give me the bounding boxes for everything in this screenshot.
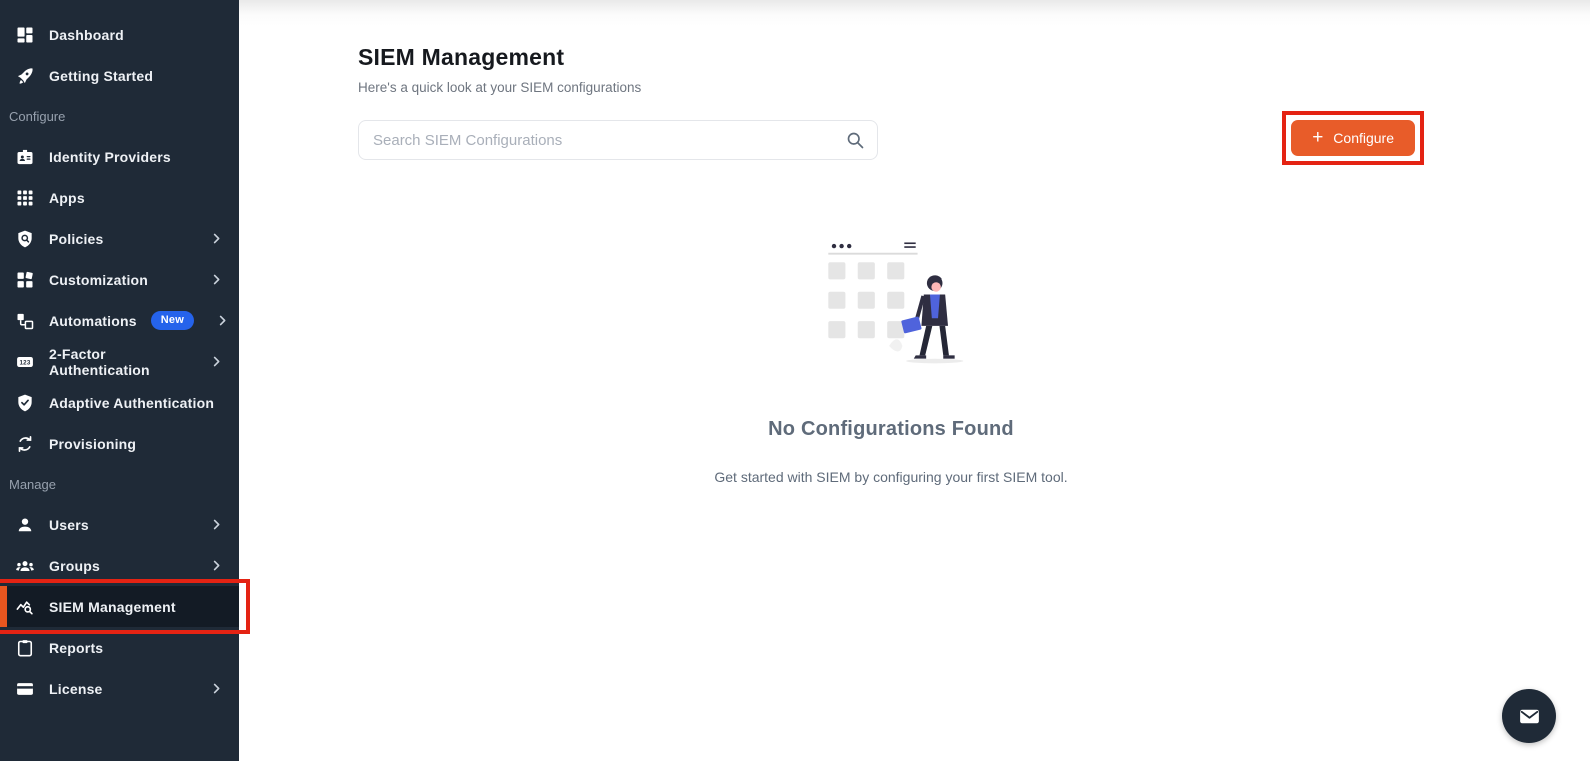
otp-123-icon: 123 [17, 356, 33, 367]
users-group-icon [16, 560, 34, 571]
sidebar-item-label: Automations [49, 312, 137, 329]
page-subtitle: Here's a quick look at your SIEM configu… [358, 80, 642, 95]
empty-state: No Configurations Found Get started with… [358, 231, 1424, 485]
ground-shadow [906, 358, 964, 364]
sidebar-item-label: Getting Started [49, 67, 154, 84]
sidebar-item-provisioning[interactable]: Provisioning [0, 423, 239, 464]
sidebar-item-adaptive-authentication[interactable]: Adaptive Authentication [0, 382, 239, 423]
clipboard-icon [17, 639, 33, 656]
sidebar-item-label: 2-Factor Authentication [49, 345, 150, 378]
empty-config-illustration [828, 242, 964, 364]
sidebar-item-dashboard[interactable]: Dashboard [0, 14, 239, 55]
envelope-icon [1519, 709, 1539, 723]
sidebar-item-users[interactable]: Users [0, 504, 239, 545]
dashboard-icon [17, 27, 33, 42]
chevron-right-icon [213, 560, 220, 571]
sidebar-item-label: Groups [49, 557, 100, 574]
shield-check-icon [18, 394, 32, 411]
configure-annotation-highlight: + Configure [1282, 111, 1424, 165]
sidebar-item-label: Apps [49, 189, 85, 206]
configure-button-label: Configure [1333, 130, 1394, 146]
page-title: SIEM Management [358, 44, 565, 70]
toolbar-row: + Configure [358, 111, 1424, 165]
sidebar-item-label: Reports [49, 639, 104, 656]
customization-icon [17, 271, 33, 287]
search-box [358, 120, 878, 160]
search-input[interactable] [358, 120, 878, 160]
svg-text:123: 123 [20, 359, 31, 366]
id-badge-icon [17, 149, 33, 164]
automations-icon [17, 313, 34, 329]
sidebar-item-2fa[interactable]: 123 2-Factor Authentication [0, 341, 239, 382]
sidebar-item-groups[interactable]: Groups [0, 545, 239, 586]
sidebar-item-label: Provisioning [49, 435, 137, 452]
main-content: SIEM Management Here's a quick look at y… [239, 0, 1590, 761]
sidebar-item-identity-providers[interactable]: Identity Providers [0, 136, 239, 177]
sidebar-section-configure: Configure [9, 108, 66, 124]
sidebar-item-label: Users [49, 516, 89, 533]
credit-card-icon [17, 682, 33, 695]
search-icon[interactable] [845, 130, 865, 150]
configure-button[interactable]: + Configure [1291, 120, 1415, 156]
sidebar: Dashboard Getting Started Configure Iden… [0, 0, 250, 761]
chevron-right-icon [213, 274, 220, 285]
user-icon [18, 518, 32, 531]
sidebar-item-label: Customization [49, 271, 149, 288]
person-figure [901, 275, 955, 359]
empty-state-title: No Configurations Found [768, 418, 1014, 440]
sidebar-item-label: Adaptive Authentication [49, 394, 215, 411]
shield-policy-icon [18, 230, 32, 247]
sidebar-item-siem-management[interactable]: SIEM Management [0, 579, 250, 634]
empty-state-subtitle: Get started with SIEM by configuring you… [714, 469, 1068, 485]
rocket-icon [17, 67, 33, 84]
sidebar-item-label: Dashboard [49, 26, 124, 43]
sidebar-item-label: License [49, 680, 103, 697]
chevron-right-icon [213, 519, 220, 530]
window-bar [828, 242, 918, 255]
sync-icon [18, 435, 32, 452]
sidebar-item-reports[interactable]: Reports [0, 627, 239, 668]
chevron-right-icon [213, 233, 220, 244]
placeholder-grid [828, 262, 905, 339]
chart-search-icon [16, 600, 33, 614]
sidebar-item-policies[interactable]: Policies [0, 218, 239, 259]
sidebar-item-automations[interactable]: Automations New [0, 300, 239, 341]
contact-support-button[interactable] [1502, 689, 1556, 743]
plus-icon: + [1312, 126, 1324, 148]
sidebar-section-manage: Manage [9, 476, 56, 492]
new-badge: New [150, 311, 194, 330]
chevron-right-icon [219, 315, 226, 326]
apps-grid-icon [17, 190, 33, 205]
sidebar-item-label: Identity Providers [49, 148, 171, 165]
ground-blob [889, 339, 903, 352]
chevron-right-icon [213, 683, 220, 694]
sidebar-item-license[interactable]: License [0, 668, 239, 709]
sidebar-item-apps[interactable]: Apps [0, 177, 239, 218]
sidebar-item-customization[interactable]: Customization [0, 259, 239, 300]
sidebar-item-label: SIEM Management [49, 598, 176, 615]
sidebar-item-label: Policies [49, 230, 104, 247]
chevron-right-icon [213, 356, 220, 367]
sidebar-item-getting-started[interactable]: Getting Started [0, 55, 239, 96]
